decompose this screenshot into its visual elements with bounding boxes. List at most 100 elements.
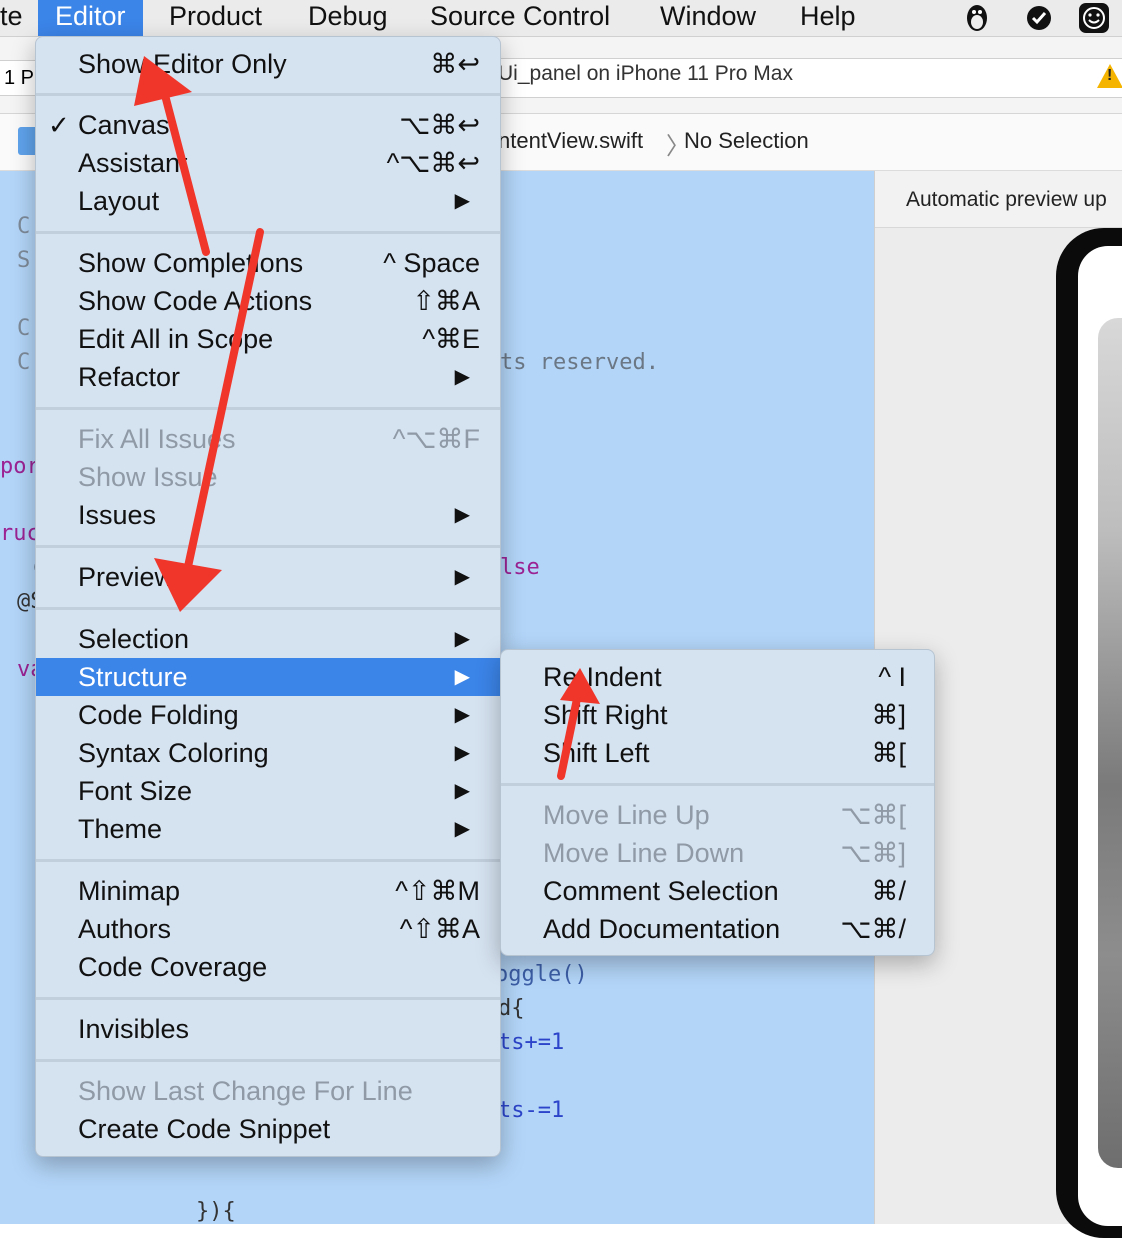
menu-item-shortcut: ⌥⌘] — [840, 838, 906, 868]
menu-item-preview[interactable]: Preview ▶ — [36, 558, 500, 596]
code-fragment: C — [17, 316, 31, 341]
submenu-arrow-icon: ▶ — [454, 780, 470, 802]
menu-separator — [36, 997, 500, 1000]
menu-item-label: Assistant — [78, 148, 188, 178]
menu-item-label: Font Size — [78, 776, 193, 806]
menu-editor[interactable]: Editor — [38, 0, 143, 36]
menu-item-show-completions[interactable]: Show Completions ^ Space — [36, 244, 500, 282]
preview-image — [1098, 318, 1122, 1168]
menu-item-edit-all-in-scope[interactable]: Edit All in Scope ^⌘E — [36, 320, 500, 358]
menu-item-label: Invisibles — [78, 1014, 190, 1044]
code-fragment: ts-=1 — [498, 1098, 565, 1123]
code-fragment: }){ — [196, 1199, 236, 1224]
menu-item-shortcut: ^⇧⌘A — [399, 914, 480, 944]
menu-item-code-folding[interactable]: Code Folding ▶ — [36, 696, 500, 734]
submenu-arrow-icon: ▶ — [454, 666, 470, 688]
menu-item-label: Show Editor Only — [78, 49, 287, 79]
menu-item-label: Show Issue — [78, 462, 218, 492]
menu-item-label: Fix All Issues — [78, 424, 236, 454]
menu-item-label: Syntax Coloring — [78, 738, 269, 768]
menu-separator — [36, 407, 500, 410]
menu-item-minimap[interactable]: Minimap ^⇧⌘M — [36, 872, 500, 910]
code-fragment: ruc — [0, 521, 40, 546]
submenu-item-add-documentation[interactable]: Add Documentation ⌥⌘/ — [501, 910, 934, 948]
menu-separator — [36, 545, 500, 548]
menu-item-show-editor-only[interactable]: Show Editor Only ⌘↩ — [36, 45, 500, 83]
submenu-arrow-icon: ▶ — [454, 566, 470, 588]
submenu-arrow-icon: ▶ — [454, 628, 470, 650]
menu-item-fix-all-issues: Fix All Issues ^⌥⌘F — [36, 420, 500, 458]
menu-item-label: Move Line Down — [543, 838, 745, 868]
menu-item-refactor[interactable]: Refactor ▶ — [36, 358, 500, 396]
menu-item-syntax-coloring[interactable]: Syntax Coloring ▶ — [36, 734, 500, 772]
menu-item-label: Refactor — [78, 362, 181, 392]
menu-item-label: Code Folding — [78, 700, 239, 730]
submenu-item-comment-selection[interactable]: Comment Selection ⌘/ — [501, 872, 934, 910]
menu-item-issues[interactable]: Issues ▶ — [36, 496, 500, 534]
scheme-selector[interactable]: 1 P — [0, 60, 36, 96]
submenu-arrow-icon: ▶ — [454, 742, 470, 764]
menu-item-label: Move Line Up — [543, 800, 710, 830]
menu-item-assistant[interactable]: Assistant ^⌥⌘↩ — [36, 144, 500, 182]
menu-item-label: Canvas — [78, 110, 170, 140]
smiley-icon[interactable] — [1078, 2, 1109, 33]
submenu-item-shift-left[interactable]: Shift Left ⌘[ — [501, 734, 934, 772]
submenu-arrow-icon: ▶ — [454, 504, 470, 526]
menu-item-label: Show Last Change For Line — [78, 1076, 413, 1106]
menu-item-shortcut: ^⌥⌘↩ — [386, 148, 480, 178]
menu-item-shortcut: ⌘/ — [871, 876, 906, 906]
menu-item-shortcut: ^⌘E — [422, 324, 480, 354]
badge-check-icon[interactable] — [1024, 2, 1054, 32]
menu-item-label: Preview — [78, 562, 175, 592]
run-destination-text[interactable]: Ui_panel on iPhone 11 Pro Max — [498, 62, 793, 86]
code-fragment: por — [0, 454, 40, 479]
menu-item-show-code-actions[interactable]: Show Code Actions ⇧⌘A — [36, 282, 500, 320]
menu-item-label: Show Code Actions — [78, 286, 313, 316]
menu-item-selection[interactable]: Selection ▶ — [36, 620, 500, 658]
menu-item-theme[interactable]: Theme ▶ — [36, 810, 500, 848]
menu-item-label: Shift Right — [543, 700, 668, 730]
menu-item-layout[interactable]: Layout ▶ — [36, 182, 500, 220]
menu-separator — [36, 859, 500, 862]
menu-item-show-last-change-for-line: Show Last Change For Line — [36, 1072, 500, 1110]
menu-source-control[interactable]: Source Control — [430, 0, 610, 36]
menu-item-label: Structure — [78, 662, 188, 692]
penguin-icon[interactable] — [962, 2, 992, 32]
menu-app-fragment[interactable]: te — [0, 0, 23, 36]
menu-product[interactable]: Product — [169, 0, 262, 36]
submenu-arrow-icon: ▶ — [454, 704, 470, 726]
code-fragment: lse — [500, 555, 540, 580]
menu-item-label: Add Documentation — [543, 914, 781, 944]
submenu-arrow-icon: ▶ — [454, 366, 470, 388]
menu-item-shortcut: ^⇧⌘M — [395, 876, 480, 906]
menu-help[interactable]: Help — [800, 0, 856, 36]
menu-item-label: Create Code Snippet — [78, 1114, 331, 1144]
menu-item-shortcut: ⌥⌘/ — [840, 914, 906, 944]
submenu-item-shift-right[interactable]: Shift Right ⌘] — [501, 696, 934, 734]
menu-separator — [36, 93, 500, 96]
menu-item-shortcut: ⌘[ — [871, 738, 906, 768]
menu-item-label: Selection — [78, 624, 190, 654]
menu-item-authors[interactable]: Authors ^⇧⌘A — [36, 910, 500, 948]
menu-item-shortcut: ⇧⌘A — [412, 286, 480, 316]
jump-bar-selection[interactable]: No Selection — [684, 128, 809, 154]
menu-item-show-issue: Show Issue — [36, 458, 500, 496]
editor-menu: Show Editor Only ⌘↩ ✓ Canvas ⌥⌘↩ Assistant ^⌥⌘… — [35, 36, 501, 1157]
menu-item-font-size[interactable]: Font Size ▶ — [36, 772, 500, 810]
submenu-item-re-indent[interactable]: Re-Indent ^ I — [501, 658, 934, 696]
menu-window[interactable]: Window — [660, 0, 756, 36]
menu-item-shortcut: ⌘↩ — [430, 49, 480, 79]
menu-item-create-code-snippet[interactable]: Create Code Snippet — [36, 1110, 500, 1148]
menu-item-label: Authors — [78, 914, 172, 944]
jump-bar-file[interactable]: ntentView.swift — [498, 128, 643, 154]
menu-debug[interactable]: Debug — [308, 0, 388, 36]
menu-separator — [36, 231, 500, 234]
menu-item-code-coverage[interactable]: Code Coverage — [36, 948, 500, 986]
menu-item-canvas[interactable]: ✓ Canvas ⌥⌘↩ — [36, 106, 500, 144]
menu-item-label: Theme — [78, 814, 163, 844]
code-fragment: C — [17, 214, 31, 239]
menu-separator — [501, 783, 934, 786]
menu-item-structure[interactable]: Structure ▶ — [36, 658, 500, 696]
warning-icon[interactable]: ! — [1097, 64, 1122, 88]
menu-item-invisibles[interactable]: Invisibles — [36, 1010, 500, 1048]
